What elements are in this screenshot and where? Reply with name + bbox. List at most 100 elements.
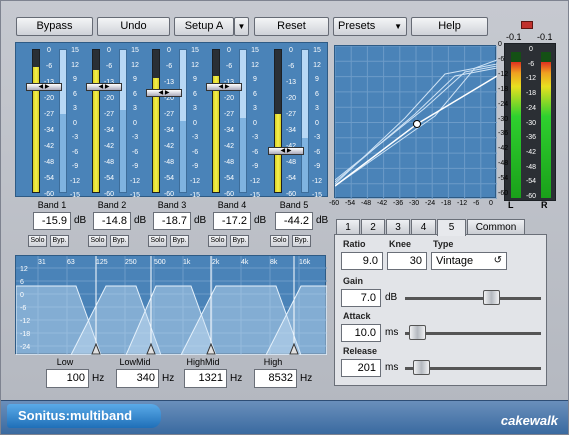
- bypass-band-button[interactable]: Byp.: [170, 235, 189, 247]
- output-scale-label: -24: [525, 104, 537, 112]
- band-gr-fill: [60, 50, 66, 114]
- gr-tick-label: -9: [131, 163, 139, 170]
- undo-button[interactable]: Undo: [97, 17, 170, 36]
- threshold-handle[interactable]: ◀ ▶: [86, 83, 122, 91]
- curve-y-label: -48: [498, 160, 509, 168]
- gr-tick-label: 9: [193, 76, 197, 83]
- crossover-field[interactable]: 1321: [184, 369, 227, 388]
- curve-x-label: -12: [457, 200, 468, 207]
- ratio-field[interactable]: 9.0: [341, 252, 383, 270]
- crossover-field[interactable]: 100: [46, 369, 89, 388]
- curve-x-label: -18: [441, 200, 452, 207]
- gr-tick-label: -15: [189, 192, 201, 199]
- curve-y-label: -42: [498, 145, 509, 153]
- output-scale-label: -54: [525, 178, 537, 186]
- gain-label: Gain: [343, 276, 364, 286]
- band-threshold-field[interactable]: -18.7: [153, 212, 191, 230]
- eq-freq-label: 2k: [212, 259, 220, 266]
- band-level-meter: [152, 49, 160, 193]
- band-name: Band 4: [217, 200, 247, 210]
- cakewalk-logo: cakewalk: [500, 413, 558, 428]
- type-select[interactable]: Vintage ↺: [431, 252, 507, 270]
- bypass-band-button[interactable]: Byp.: [230, 235, 249, 247]
- setup-select[interactable]: Setup A: [174, 17, 234, 36]
- release-slider-thumb[interactable]: [413, 360, 430, 375]
- gr-tick-label: -12: [129, 177, 141, 185]
- gain-field[interactable]: 7.0: [341, 289, 381, 307]
- solo-button[interactable]: Solo: [208, 235, 227, 247]
- gr-tick-label: -6: [71, 148, 79, 156]
- crossover-field[interactable]: 8532: [254, 369, 297, 388]
- gr-tick-label: 12: [131, 61, 139, 69]
- tab-3[interactable]: 3: [386, 219, 410, 235]
- threshold-handle[interactable]: ◀ ▶: [26, 83, 62, 91]
- crossover-unit: Hz: [92, 373, 105, 384]
- solo-button[interactable]: Solo: [148, 235, 167, 247]
- gain-slider-track[interactable]: [405, 297, 541, 300]
- level-tick-label: -13: [285, 79, 297, 86]
- level-tick-label: -13: [163, 79, 175, 86]
- tab-common[interactable]: Common: [467, 219, 525, 235]
- band-level-meter: [212, 49, 220, 193]
- eq-freq-label: 125: [96, 259, 108, 266]
- band-threshold-field[interactable]: -15.9: [33, 212, 71, 230]
- threshold-handle[interactable]: ◀ ▶: [206, 83, 242, 91]
- crossover-label: HighMid: [186, 357, 220, 367]
- curve-y-label: -60: [498, 190, 509, 197]
- attack-field[interactable]: 10.0: [341, 324, 381, 342]
- tab-2[interactable]: 2: [361, 219, 385, 235]
- solo-button[interactable]: Solo: [88, 235, 107, 247]
- bypass-button[interactable]: Bypass: [16, 17, 93, 36]
- curve-x-label: -54: [345, 200, 356, 207]
- band-gr-fill: [302, 50, 308, 139]
- gr-tick-label: -3: [71, 134, 79, 141]
- compression-curve-graph[interactable]: [334, 45, 498, 200]
- tab-1[interactable]: 1: [336, 219, 360, 235]
- solo-button[interactable]: Solo: [270, 235, 289, 247]
- gr-tick-label: 15: [191, 47, 199, 54]
- attack-slider-thumb[interactable]: [409, 325, 426, 340]
- setup-dropdown-icon[interactable]: ▼: [234, 17, 249, 36]
- level-scale: 0-6-13-20-27-34-42-48-54-60: [41, 43, 57, 198]
- help-button[interactable]: Help: [411, 17, 488, 36]
- band-level-fill: [213, 75, 219, 192]
- release-field[interactable]: 201: [341, 359, 381, 377]
- gr-tick-label: -12: [249, 177, 261, 185]
- gr-tick-label: 0: [133, 119, 137, 127]
- level-tick-label: -20: [223, 95, 235, 102]
- bypass-band-button[interactable]: Byp.: [110, 235, 129, 247]
- crossover-graph[interactable]: 31 63 125 250 500 1k 2k 4k 8k 16k 12 6 0 -6 -12 -18 -24: [15, 255, 328, 356]
- product-name: Sonitus:multiband: [7, 404, 161, 428]
- presets-select[interactable]: Presets ▼: [333, 17, 407, 36]
- crossover-field[interactable]: 340: [116, 369, 159, 388]
- solo-button[interactable]: Solo: [28, 235, 47, 247]
- band-unit: dB: [316, 215, 329, 226]
- reset-button[interactable]: Reset: [254, 17, 329, 36]
- band-threshold-field[interactable]: -14.8: [93, 212, 131, 230]
- footer-bar: Sonitus:multiband cakewalk: [1, 400, 568, 434]
- band-threshold-field[interactable]: -17.2: [213, 212, 251, 230]
- crossover-unit: Hz: [300, 373, 313, 384]
- level-tick-label: -27: [285, 111, 297, 118]
- band-threshold-field[interactable]: -44.2: [275, 212, 313, 230]
- level-scale: 0-6-13-20-27-34-42-48-54-60: [101, 43, 117, 198]
- tab-5[interactable]: 5: [437, 219, 466, 236]
- curve-x-label: 0: [489, 200, 493, 207]
- band-gr-meter: [301, 49, 309, 193]
- bypass-band-button[interactable]: Byp.: [50, 235, 69, 247]
- level-tick-label: -54: [103, 175, 115, 182]
- curve-plot: [334, 45, 498, 200]
- eq-db-label: -6: [20, 305, 26, 312]
- level-tick-label: -48: [163, 159, 175, 166]
- attack-label: Attack: [343, 311, 371, 321]
- level-tick-label: -54: [285, 175, 297, 182]
- knee-field[interactable]: 30: [387, 252, 427, 270]
- gain-slider-thumb[interactable]: [483, 290, 500, 305]
- level-tick-label: -60: [103, 191, 115, 198]
- tab-4[interactable]: 4: [411, 219, 436, 235]
- bypass-band-button[interactable]: Byp.: [292, 235, 311, 247]
- level-tick-label: 0: [227, 47, 231, 54]
- threshold-handle[interactable]: ◀ ▶: [268, 147, 304, 155]
- threshold-handle[interactable]: ◀ ▶: [146, 89, 182, 97]
- curve-x-label: -48: [361, 200, 372, 207]
